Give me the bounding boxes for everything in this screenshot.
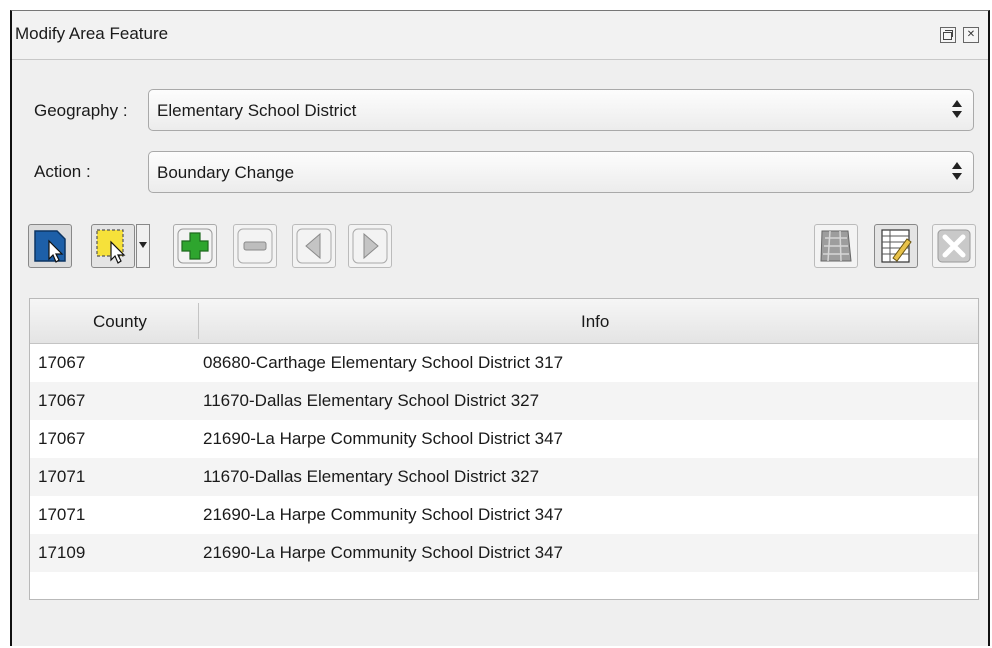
close-x-button[interactable] xyxy=(932,224,976,268)
column-header-county[interactable]: County xyxy=(93,312,147,332)
edit-table-icon xyxy=(881,229,912,263)
title-divider xyxy=(12,59,988,60)
action-label: Action : xyxy=(34,162,91,181)
cell-county: 17109 xyxy=(38,543,86,562)
rectangle-select-button[interactable] xyxy=(91,224,135,268)
next-button[interactable] xyxy=(348,224,392,268)
cell-county: 17067 xyxy=(38,353,86,372)
cell-county: 17067 xyxy=(38,429,86,448)
table-row[interactable]: 17067 21690-La Harpe Community School Di… xyxy=(30,420,978,458)
cell-county: 17067 xyxy=(38,391,86,410)
previous-button[interactable] xyxy=(292,224,336,268)
table-row[interactable]: 17067 11670-Dallas Elementary School Dis… xyxy=(30,382,978,420)
edit-table-button[interactable] xyxy=(874,224,918,268)
cell-info: 21690-La Harpe Community School District… xyxy=(203,543,564,562)
title-bar: Modify Area Feature ✕ xyxy=(12,11,988,59)
cell-info: 11670-Dallas Elementary School District … xyxy=(203,391,540,410)
cell-info: 08680-Carthage Elementary School Distric… xyxy=(203,353,564,372)
close-x-icon xyxy=(937,229,971,263)
cell-info: 21690-La Harpe Community School District… xyxy=(203,429,564,448)
geography-select[interactable]: Elementary School District xyxy=(148,89,974,131)
remove-button[interactable] xyxy=(233,224,277,268)
spinner-arrows-icon xyxy=(951,98,963,120)
cell-info: 11670-Dallas Elementary School District … xyxy=(203,467,540,486)
cell-info: 21690-La Harpe Community School District… xyxy=(203,505,564,524)
cell-county: 17071 xyxy=(38,467,86,486)
table-row[interactable]: 17067 08680-Carthage Elementary School D… xyxy=(30,344,978,382)
select-feature-button[interactable] xyxy=(28,224,72,268)
table-row[interactable]: 17071 21690-La Harpe Community School Di… xyxy=(30,496,978,534)
table-row[interactable]: 17071 11670-Dallas Elementary School Dis… xyxy=(30,458,978,496)
window-title: Modify Area Feature xyxy=(15,24,169,43)
rectangle-select-icon xyxy=(96,229,126,264)
column-divider xyxy=(198,303,199,339)
action-value: Boundary Change xyxy=(157,163,295,182)
close-window-icon[interactable]: ✕ xyxy=(963,27,979,43)
spinner-arrows-icon xyxy=(951,160,963,182)
table-row[interactable]: 17109 21690-La Harpe Community School Di… xyxy=(30,534,978,572)
select-feature-icon xyxy=(34,230,66,263)
modify-area-feature-panel: Modify Area Feature ✕ Geography : Elemen… xyxy=(10,10,990,646)
add-button[interactable] xyxy=(173,224,217,268)
float-window-icon[interactable] xyxy=(940,27,956,43)
remove-icon xyxy=(237,228,273,264)
geography-value: Elementary School District xyxy=(157,101,357,120)
next-icon xyxy=(352,228,388,264)
rectangle-select-dropdown[interactable] xyxy=(136,224,150,268)
previous-icon xyxy=(296,228,332,264)
column-header-info[interactable]: Info xyxy=(581,312,609,332)
cell-county: 17071 xyxy=(38,505,86,524)
map-grid-icon xyxy=(820,230,852,262)
map-grid-button[interactable] xyxy=(814,224,858,268)
feature-table: County Info 17067 08680-Carthage Element… xyxy=(29,298,979,600)
table-header: County Info xyxy=(30,299,978,344)
geography-label: Geography : xyxy=(34,101,128,120)
action-select[interactable]: Boundary Change xyxy=(148,151,974,193)
add-icon xyxy=(177,228,213,264)
